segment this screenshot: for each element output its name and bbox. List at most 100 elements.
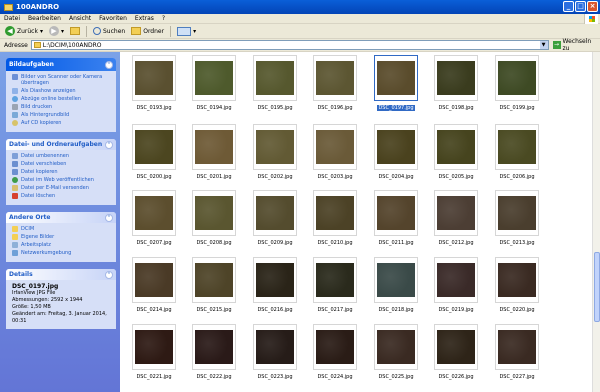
printer-icon [12,104,18,110]
task-scanner[interactable]: Bilder von Scanner oder Kamera übertrage… [12,74,112,86]
task-burn-cd[interactable]: Auf CD kopieren [12,120,112,126]
back-arrow-icon: ◀ [5,26,15,36]
file-name: DSC_0198.jpg [438,105,474,111]
scrollbar-thumb[interactable] [594,252,600,322]
file-name-label: DSC_0227.jpg [487,374,547,380]
other-places-header[interactable]: Andere Orte ⌃ [6,212,116,223]
collapse-icon[interactable]: ⌃ [105,140,113,149]
task-publish[interactable]: Datei im Web veröffentlichen [12,177,112,183]
chevron-down-icon[interactable]: ▼ [539,41,548,49]
thumbnail-frame [192,324,236,370]
file-thumbnail[interactable]: DSC_0216.jpg [245,257,303,321]
menu-datei[interactable]: Datei [4,15,20,22]
thumbnail-image [377,263,415,297]
file-tasks-header[interactable]: Datei- und Ordneraufgaben ⌃ [6,139,116,150]
details-header[interactable]: Details ⌃ [6,269,116,280]
back-button[interactable]: ◀ Zurück ▾ [3,25,45,37]
file-thumbnail[interactable]: DSC_0217.jpg [305,257,363,321]
file-thumbnail[interactable]: DSC_0211.jpg [366,190,424,254]
menu-help[interactable]: ? [162,15,165,22]
file-thumbnail[interactable]: DSC_0205.jpg [426,124,484,188]
minimize-button[interactable]: _ [563,1,574,12]
file-thumbnail[interactable]: DSC_0197.jpg [366,55,424,119]
file-thumbnail[interactable]: DSC_0214.jpg [124,257,182,321]
file-thumbnail[interactable]: DSC_0196.jpg [305,55,363,119]
file-thumbnail[interactable]: DSC_0224.jpg [305,324,363,388]
file-thumbnail[interactable]: DSC_0226.jpg [426,324,484,388]
file-tasks-title: Datei- und Ordneraufgaben [9,141,103,148]
task-rename[interactable]: Datei umbenennen [12,153,112,159]
menu-extras[interactable]: Extras [135,15,154,22]
menu-bearbeiten[interactable]: Bearbeiten [28,15,61,22]
file-thumbnail[interactable]: DSC_0203.jpg [305,124,363,188]
file-thumbnail[interactable]: DSC_0209.jpg [245,190,303,254]
file-thumbnail[interactable]: DSC_0200.jpg [124,124,182,188]
collapse-icon[interactable]: ⌃ [105,60,113,69]
thumbnail-frame [374,324,418,370]
file-name: DSC_0220.jpg [499,307,535,313]
file-name: DSC_0204.jpg [378,174,414,180]
task-copy[interactable]: Datei kopieren [12,169,112,175]
file-thumbnail[interactable]: DSC_0204.jpg [366,124,424,188]
file-name-label: DSC_0218.jpg [366,307,426,313]
thumbnail-frame [132,324,176,370]
task-order-prints[interactable]: Abzüge online bestellen [12,96,112,102]
file-thumbnail[interactable]: DSC_0199.jpg [487,55,545,119]
vertical-scrollbar[interactable] [592,52,600,392]
file-thumbnail[interactable]: DSC_0219.jpg [426,257,484,321]
collapse-icon[interactable]: ⌃ [105,270,113,279]
file-thumbnail[interactable]: DSC_0213.jpg [487,190,545,254]
file-thumbnail[interactable]: DSC_0202.jpg [245,124,303,188]
thumbnail-image [135,330,173,364]
search-button[interactable]: Suchen [91,25,127,37]
menu-ansicht[interactable]: Ansicht [69,15,91,22]
thumbnail-image [498,330,536,364]
file-name-label: DSC_0206.jpg [487,174,547,180]
file-thumbnail[interactable]: DSC_0207.jpg [124,190,182,254]
task-wallpaper[interactable]: Als Hintergrundbild [12,112,112,118]
file-thumbnail[interactable]: DSC_0206.jpg [487,124,545,188]
file-thumbnail[interactable]: DSC_0212.jpg [426,190,484,254]
file-thumbnail[interactable]: DSC_0198.jpg [426,55,484,119]
file-thumbnail[interactable]: DSC_0221.jpg [124,324,182,388]
image-tasks-header[interactable]: Bildaufgaben ⌃ [6,58,116,71]
task-print[interactable]: Bild drucken [12,104,112,110]
folders-button[interactable]: Ordner [129,25,166,37]
collapse-icon[interactable]: ⌃ [105,213,113,222]
address-input[interactable]: L:\DCIM\100ANDRO ▼ [30,40,549,50]
folder-icon [33,42,41,48]
up-folder-button[interactable] [68,25,82,37]
place-my-pictures[interactable]: Eigene Bilder [12,234,112,240]
file-name-label: DSC_0201.jpg [184,174,244,180]
place-my-computer[interactable]: Arbeitsplatz [12,242,112,248]
file-name: DSC_0196.jpg [317,105,353,111]
task-delete[interactable]: Datei löschen [12,193,112,199]
maximize-button[interactable]: □ [575,1,586,12]
file-thumbnail[interactable]: DSC_0223.jpg [245,324,303,388]
views-button[interactable]: ▾ [175,25,198,37]
place-dcim[interactable]: DCIM [12,226,112,232]
file-name: DSC_0227.jpg [499,374,535,380]
file-thumbnail[interactable]: DSC_0193.jpg [124,55,182,119]
file-thumbnail[interactable]: DSC_0215.jpg [184,257,242,321]
file-thumbnail[interactable]: DSC_0220.jpg [487,257,545,321]
file-thumbnail[interactable]: DSC_0225.jpg [366,324,424,388]
file-thumbnail[interactable]: DSC_0194.jpg [184,55,242,119]
task-move[interactable]: Datei verschieben [12,161,112,167]
file-name-label: DSC_0195.jpg [245,105,305,111]
file-thumbnail[interactable]: DSC_0208.jpg [184,190,242,254]
menu-favoriten[interactable]: Favoriten [99,15,127,22]
task-slideshow[interactable]: Als Diashow anzeigen [12,88,112,94]
place-network[interactable]: Netzwerkumgebung [12,250,112,256]
close-button[interactable]: × [587,1,598,12]
file-thumbnail[interactable]: DSC_0195.jpg [245,55,303,119]
file-thumbnail[interactable]: DSC_0227.jpg [487,324,545,388]
file-thumbnail[interactable]: DSC_0222.jpg [184,324,242,388]
forward-button[interactable]: ▶ ▾ [47,25,66,37]
file-thumbnail[interactable]: DSC_0210.jpg [305,190,363,254]
toolbar: ◀ Zurück ▾ ▶ ▾ Suchen Ordner ▾ [0,24,600,39]
task-email[interactable]: Datei per E-Mail versenden [12,185,112,191]
go-button[interactable]: → Wechseln zu [552,38,600,52]
file-thumbnail[interactable]: DSC_0201.jpg [184,124,242,188]
file-thumbnail[interactable]: DSC_0218.jpg [366,257,424,321]
